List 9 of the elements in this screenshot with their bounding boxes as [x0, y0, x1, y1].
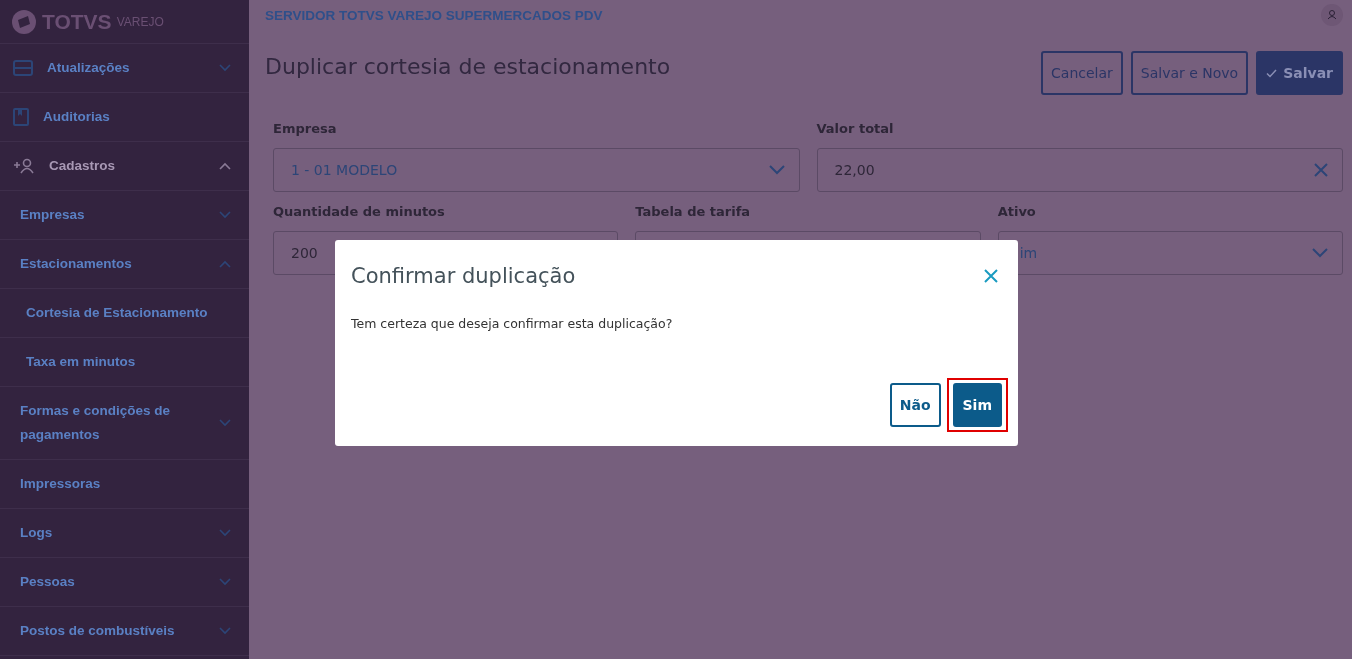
- field-label: Quantidade de minutos: [273, 204, 446, 219]
- dialog-title: Confirmar duplicação: [351, 264, 576, 288]
- field-label: Valor total: [816, 121, 895, 136]
- field-label: Empresa: [273, 121, 338, 136]
- field-label: Ativo: [997, 204, 1037, 219]
- page-title: Duplicar cortesia de estacionamento: [265, 54, 671, 79]
- field-label: Tabela de tarifa: [635, 204, 752, 219]
- dialog-message: Tem certeza que deseja confirmar esta duplicação?: [351, 316, 674, 331]
- server-name: SERVIDOR TOTVS VAREJO SUPERMERCADOS PDV: [265, 7, 603, 23]
